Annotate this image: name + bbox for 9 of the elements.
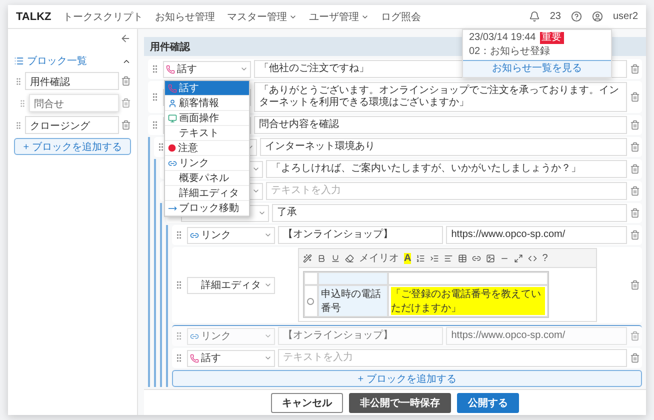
notification-time: 23/03/14 19:44 (469, 32, 536, 44)
logo: TALKZ (16, 10, 52, 22)
badge: 重要 (540, 32, 564, 44)
table-cell: 「ご登録のお電話番号を教えていただけますか」 (388, 285, 548, 317)
sidebar-title: ブロック一覧 (27, 54, 88, 68)
notification-count: 23 (550, 10, 561, 22)
notification-text: 02：お知らせ登録 (469, 46, 550, 58)
page-title: 用件確認 (150, 40, 190, 54)
table-cell: 申込時の電話番号 (318, 285, 388, 317)
